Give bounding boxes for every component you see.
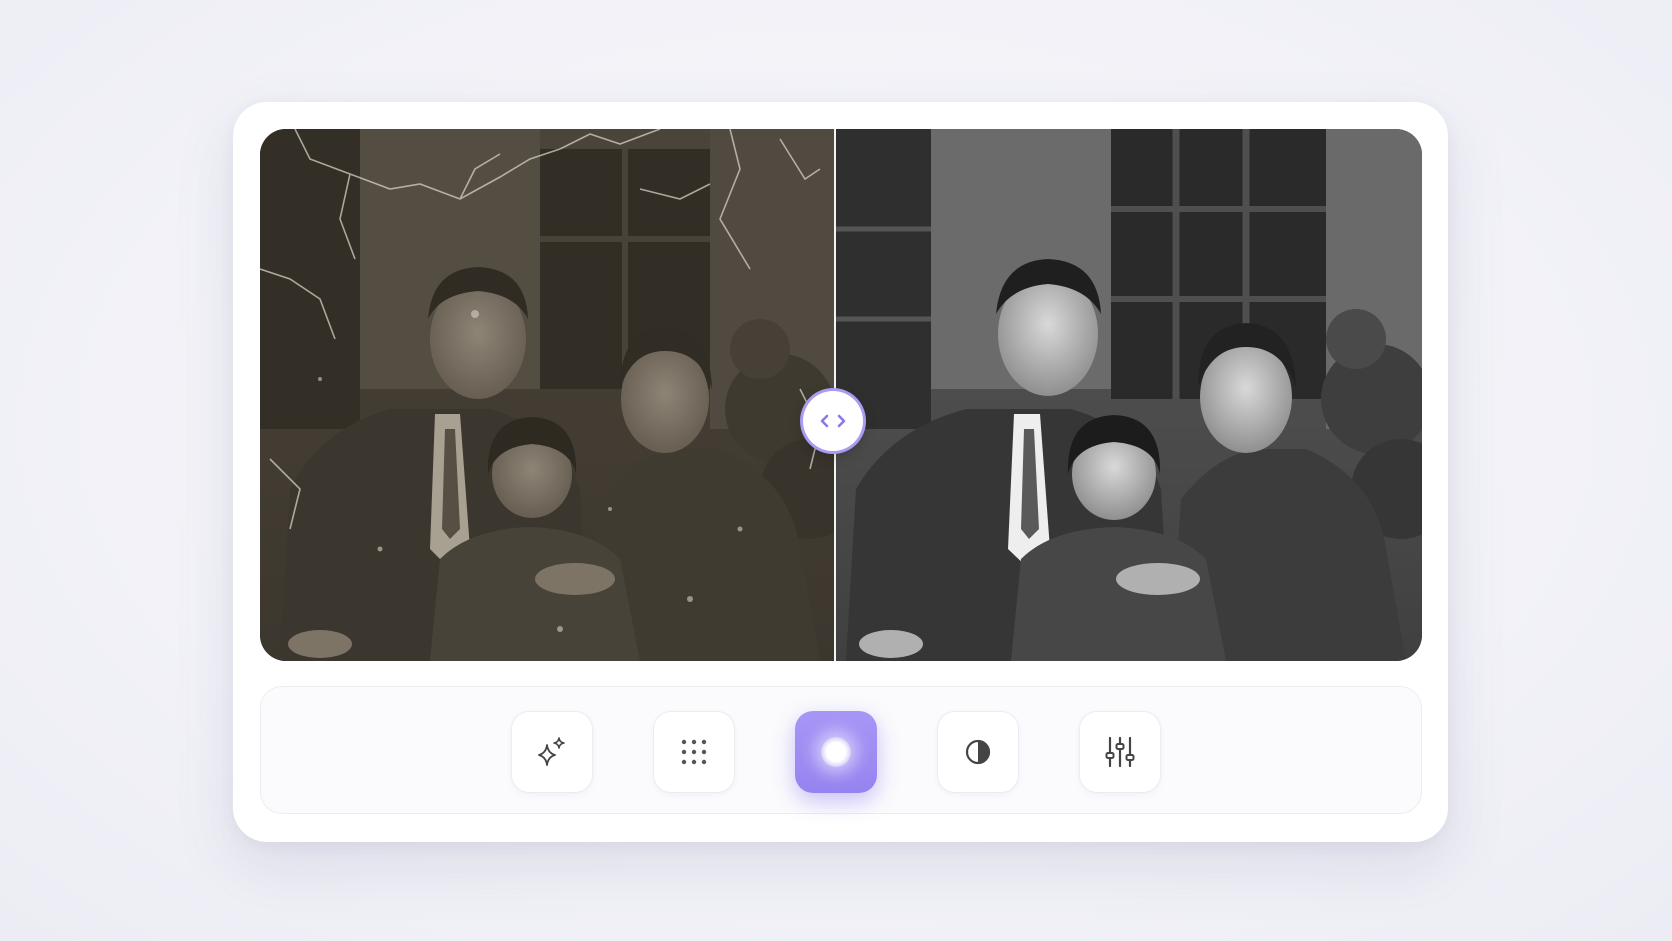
tool-bar (260, 686, 1422, 814)
compare-slider-handle[interactable] (803, 391, 863, 451)
sparkles-icon (538, 737, 565, 766)
original-damaged-photo (260, 129, 834, 661)
before-image-pane (260, 129, 834, 661)
glow-dot-icon (821, 737, 851, 767)
enhance-button[interactable] (511, 711, 593, 793)
dot-grid-icon (681, 739, 707, 765)
chevrons-left-right-icon (820, 414, 846, 428)
contrast-button[interactable] (937, 711, 1019, 793)
after-image-pane (836, 129, 1422, 661)
adjust-button[interactable] (1079, 711, 1161, 793)
grid-button[interactable] (653, 711, 735, 793)
restore-button[interactable] (795, 711, 877, 793)
contrast-icon (965, 739, 991, 765)
restored-photo (836, 129, 1422, 661)
sliders-icon (1105, 736, 1135, 768)
photo-restore-card (233, 102, 1448, 842)
before-after-comparison[interactable] (260, 129, 1422, 661)
